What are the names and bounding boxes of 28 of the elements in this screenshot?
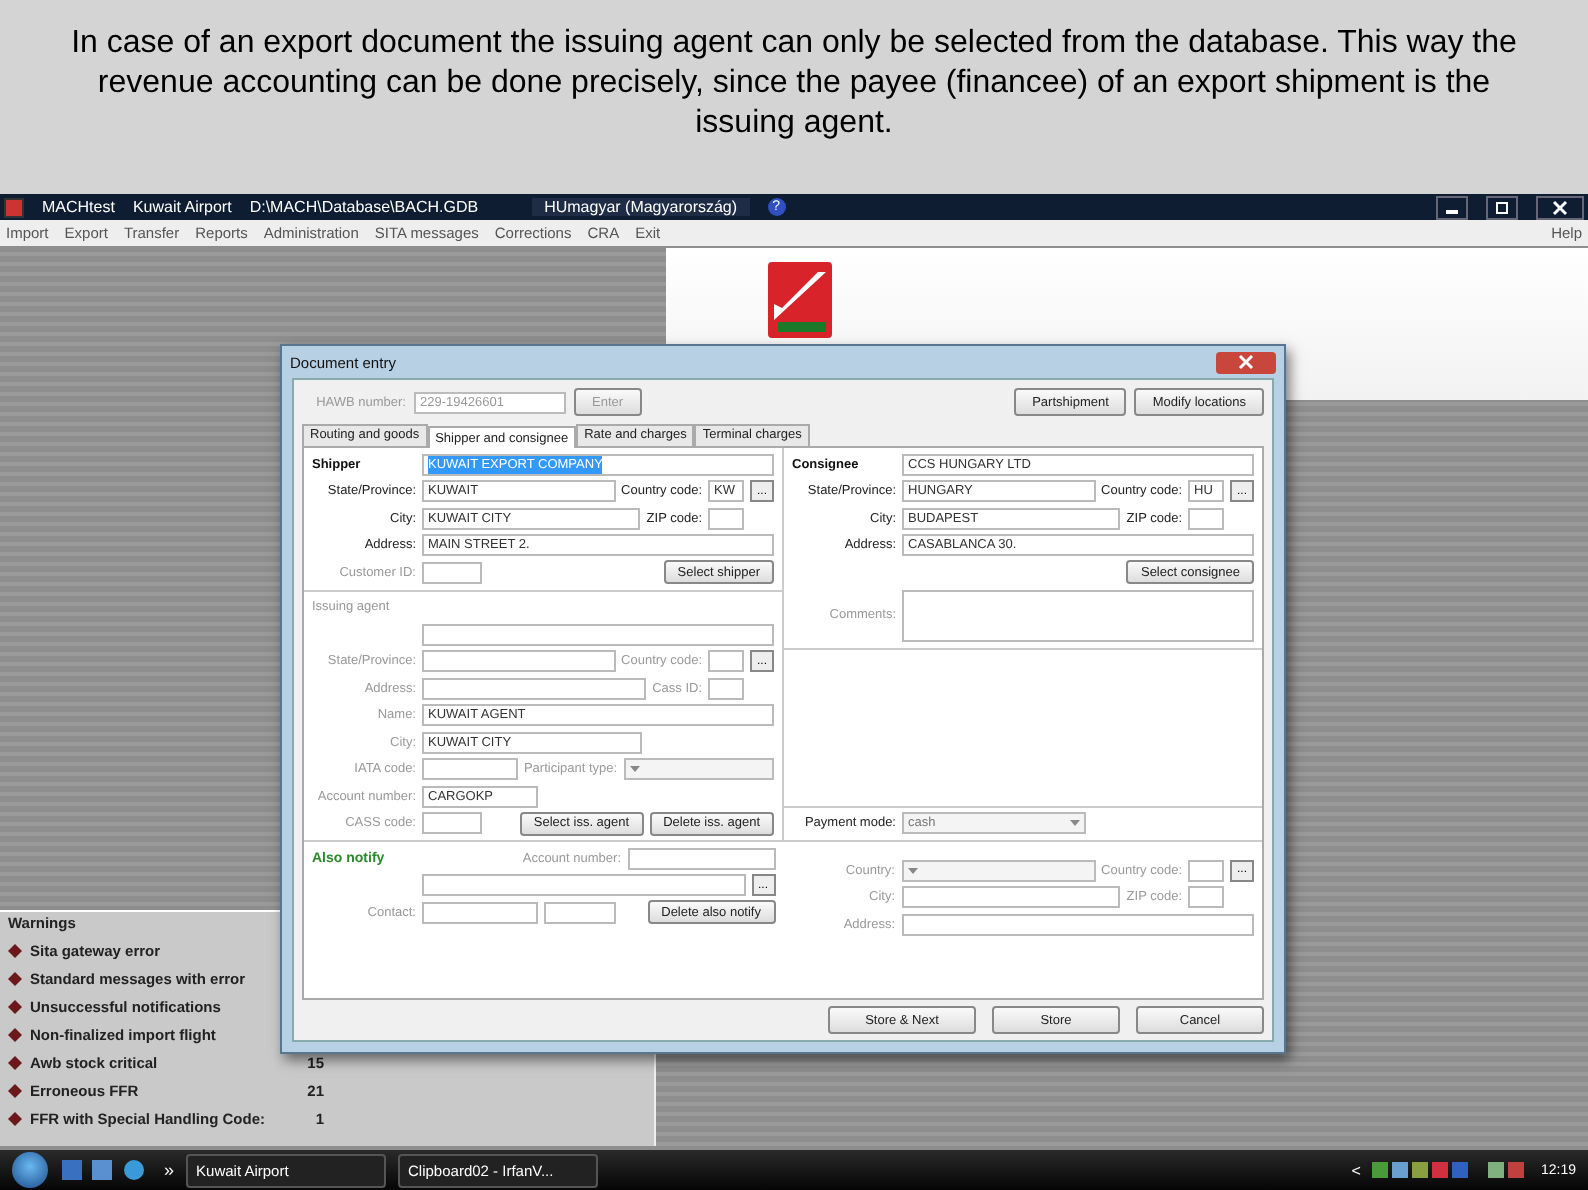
caret-icon — [629, 766, 640, 773]
bullet-icon — [8, 1083, 22, 1097]
text-field[interactable] — [1188, 507, 1224, 530]
tray-expand-icon[interactable]: < — [1351, 1161, 1361, 1179]
tray-icons-drawing[interactable] — [1372, 1160, 1529, 1180]
text-field[interactable] — [708, 507, 744, 530]
window-title: D:\MACH\Database\BACH.GDB — [249, 198, 479, 216]
app-icon — [4, 197, 24, 217]
caret-icon — [907, 867, 917, 874]
start-button[interactable] — [12, 1152, 48, 1188]
text-field[interactable] — [422, 874, 745, 897]
restore-icon[interactable] — [1486, 195, 1518, 219]
minimize-icon[interactable] — [1436, 195, 1468, 219]
close-icon[interactable] — [1536, 195, 1584, 219]
window-title: Kuwait Airport — [132, 198, 232, 216]
text-field[interactable] — [422, 623, 774, 646]
bullet-icon — [8, 943, 22, 957]
bullet-icon — [8, 971, 22, 985]
slide-caption: In case of an export document the issuing agent can only be selected from the database. This way the revenue accounting can be done precisely, since the payee (financee) of an export shipment is the issuing agent. — [0, 0, 1588, 194]
bullet-icon — [8, 1027, 22, 1041]
language-label: HUmagyar (Magyarország) — [532, 198, 750, 216]
logo-icon — [766, 260, 834, 340]
overflow-icon[interactable]: » — [164, 1160, 175, 1180]
bullet-icon — [8, 1111, 22, 1125]
caret-icon — [1070, 820, 1080, 827]
bullet-icon — [8, 999, 22, 1013]
window-title: MACHtest — [42, 198, 115, 216]
bullet-icon — [8, 1055, 22, 1069]
